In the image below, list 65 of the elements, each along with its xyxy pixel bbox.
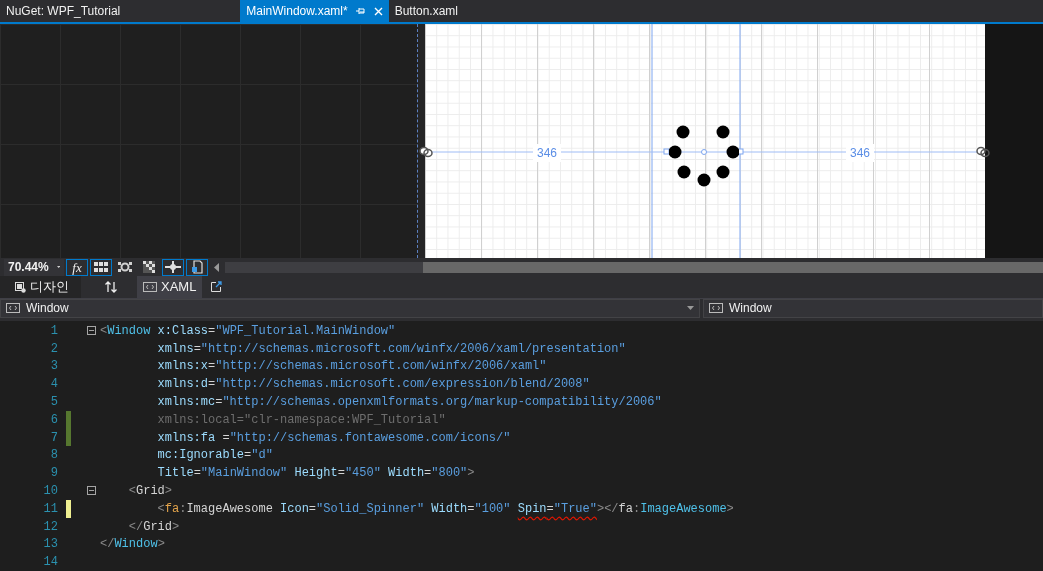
code-line: xmlns:fa ="http://schemas.fontawesome.com/icons/" [156, 429, 511, 447]
document-tab[interactable]: NuGet: WPF_Tutorial [0, 0, 127, 22]
swap-panes-icon[interactable] [105, 281, 117, 294]
horizontal-scrollbar[interactable] [225, 261, 1043, 273]
dropdown-arrow-icon [56, 265, 60, 269]
collapse-icon[interactable] [87, 326, 96, 336]
line-number: 13 [42, 536, 58, 554]
member-dropdown[interactable]: Window [703, 298, 1043, 318]
line-number: 6 [49, 411, 58, 429]
line-number: 11 [42, 500, 58, 518]
code-line: <fa:ImageAwesome Icon="Solid_Spinner" Width="100" Spin="True"></fa:ImageAwesome> [156, 500, 734, 518]
popout-icon[interactable] [210, 281, 223, 294]
code-line: <Window x:Class="WPF_Tutorial.MainWindow" [100, 322, 396, 340]
code-line: </Grid> [127, 518, 180, 536]
center-point [701, 148, 707, 155]
grid-icon [94, 262, 108, 272]
code-line: </Window> [100, 536, 165, 554]
line-number: 7 [49, 429, 58, 447]
line-number: 3 [49, 358, 58, 376]
document-tab[interactable]: Button.xaml [388, 0, 464, 22]
code-line: xmlns="http://schemas.microsoft.com/winfx/2006/xaml/presentation" [156, 340, 626, 358]
line-number: 14 [42, 554, 58, 571]
scroll-left-icon[interactable] [214, 262, 219, 272]
dimension-label: 346 [533, 143, 562, 162]
formula-button[interactable]: fx [66, 258, 88, 276]
element-icon [6, 303, 20, 314]
code-line: xmlns:x="http://schemas.microsoft.com/winfx/2006/xaml" [156, 358, 547, 376]
dropdown-arrow-icon [687, 306, 694, 311]
code-line: xmlns:local="clr-namespace:WPF_Tutorial" [156, 411, 446, 429]
code-line: <Grid> [127, 482, 173, 500]
toolbar-toggle[interactable] [162, 258, 184, 276]
code-line: mc:Ignorable="d" [156, 447, 273, 465]
scrollbar-thumb[interactable] [423, 261, 1043, 273]
crosshair-icon [165, 261, 181, 273]
zoom-dropdown[interactable]: 70.44% [4, 258, 64, 276]
code-icon [143, 282, 157, 293]
document-icon [191, 260, 203, 274]
dimension-label: 346 [846, 143, 875, 162]
document-tab[interactable]: MainWindow.xaml* [240, 0, 389, 22]
code-line: xmlns:mc="http://schemas.openxmlformats.org/markup-compatibility/2006" [156, 393, 662, 411]
pin-icon[interactable] [355, 7, 366, 15]
line-number: 4 [49, 376, 58, 394]
anchor-handle[interactable] [737, 148, 744, 155]
anchor-handle[interactable] [663, 148, 670, 155]
code-line: xmlns:d="http://schemas.microsoft.com/expression/blend/2008" [156, 376, 590, 394]
checkerboard-icon [143, 261, 155, 273]
line-number: 5 [49, 393, 58, 411]
line-number: 10 [42, 482, 58, 500]
collapse-icon[interactable] [87, 486, 96, 496]
line-number: 1 [49, 322, 58, 340]
element-icon [709, 303, 723, 314]
line-number: 12 [42, 518, 58, 536]
close-icon[interactable] [373, 6, 383, 16]
design-view-icon [15, 281, 26, 293]
line-number: 2 [49, 340, 58, 358]
scope-dropdown[interactable]: Window [0, 298, 700, 318]
view-tab[interactable]: XAML [137, 276, 203, 298]
code-line: Title="MainWindow" Height="450" Width="800"> [156, 465, 475, 483]
snap-grid-icon [118, 261, 132, 273]
view-tab[interactable]: 디자인 [0, 276, 81, 298]
line-number: 9 [49, 465, 58, 483]
toolbar-toggle[interactable] [90, 258, 112, 276]
line-number: 8 [49, 447, 58, 465]
toolbar-toggle[interactable] [186, 258, 208, 276]
spinner-icon [669, 123, 739, 187]
